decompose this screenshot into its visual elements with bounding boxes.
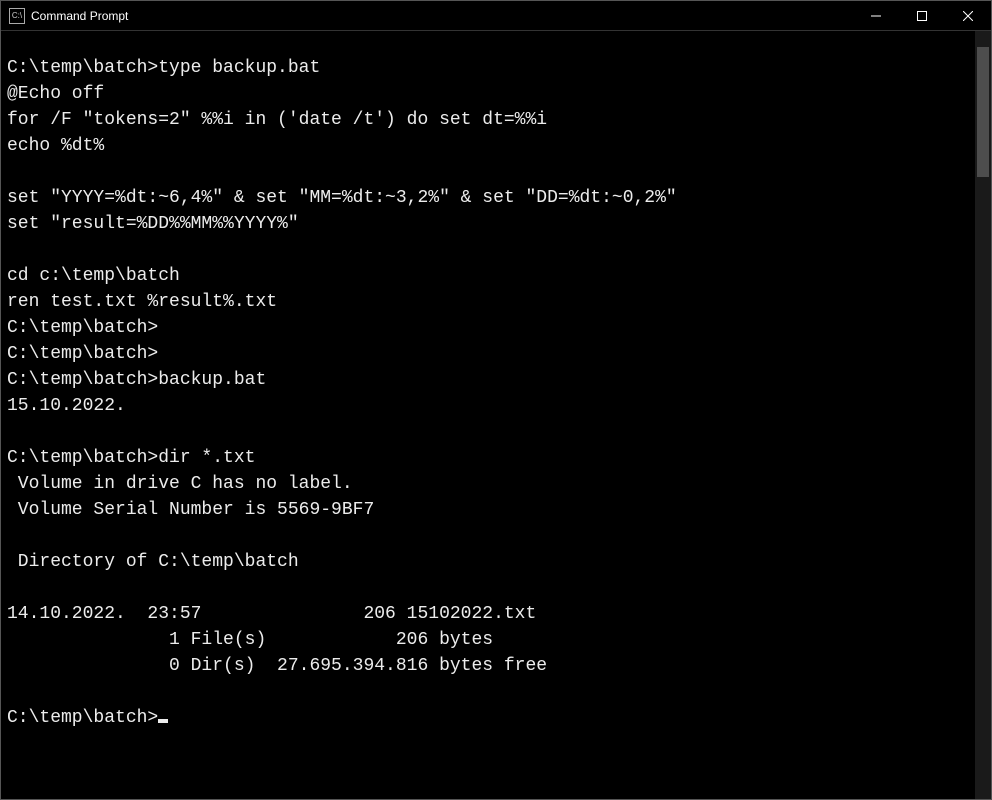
close-button[interactable] (945, 1, 991, 30)
maximize-button[interactable] (899, 1, 945, 30)
terminal-line (7, 237, 969, 263)
terminal-line (7, 159, 969, 185)
terminal-line: Directory of C:\temp\batch (7, 549, 969, 575)
window-controls (853, 1, 991, 30)
terminal-line: echo %dt% (7, 133, 969, 159)
cmd-icon: C:\ (9, 8, 25, 24)
terminal-line: set "YYYY=%dt:~6,4%" & set "MM=%dt:~3,2%… (7, 185, 969, 211)
terminal-line: ren test.txt %result%.txt (7, 289, 969, 315)
terminal-line: C:\temp\batch>type backup.bat (7, 55, 969, 81)
terminal-line: set "result=%DD%%MM%%YYYY%" (7, 211, 969, 237)
terminal-line: C:\temp\batch> (7, 705, 969, 731)
terminal-line (7, 419, 969, 445)
terminal-line: C:\temp\batch> (7, 341, 969, 367)
scrollbar[interactable] (975, 31, 991, 799)
terminal-line: Volume in drive C has no label. (7, 471, 969, 497)
terminal-line: 14.10.2022. 23:57 206 15102022.txt (7, 601, 969, 627)
terminal-line: C:\temp\batch> (7, 315, 969, 341)
cursor (158, 719, 168, 723)
window-title: Command Prompt (31, 9, 128, 23)
terminal-line (7, 679, 969, 705)
terminal-area: C:\temp\batch>type backup.bat@Echo offfo… (1, 31, 991, 799)
terminal-line: @Echo off (7, 81, 969, 107)
terminal-line: C:\temp\batch>dir *.txt (7, 445, 969, 471)
terminal-line (7, 523, 969, 549)
scrollbar-thumb[interactable] (977, 47, 989, 177)
minimize-button[interactable] (853, 1, 899, 30)
terminal-output[interactable]: C:\temp\batch>type backup.bat@Echo offfo… (1, 31, 975, 799)
terminal-line: 1 File(s) 206 bytes (7, 627, 969, 653)
terminal-line: 15.10.2022. (7, 393, 969, 419)
terminal-line (7, 575, 969, 601)
terminal-line: C:\temp\batch>backup.bat (7, 367, 969, 393)
titlebar[interactable]: C:\ Command Prompt (1, 1, 991, 31)
terminal-line: Volume Serial Number is 5569-9BF7 (7, 497, 969, 523)
terminal-line: cd c:\temp\batch (7, 263, 969, 289)
terminal-line: for /F "tokens=2" %%i in ('date /t') do … (7, 107, 969, 133)
terminal-line: 0 Dir(s) 27.695.394.816 bytes free (7, 653, 969, 679)
